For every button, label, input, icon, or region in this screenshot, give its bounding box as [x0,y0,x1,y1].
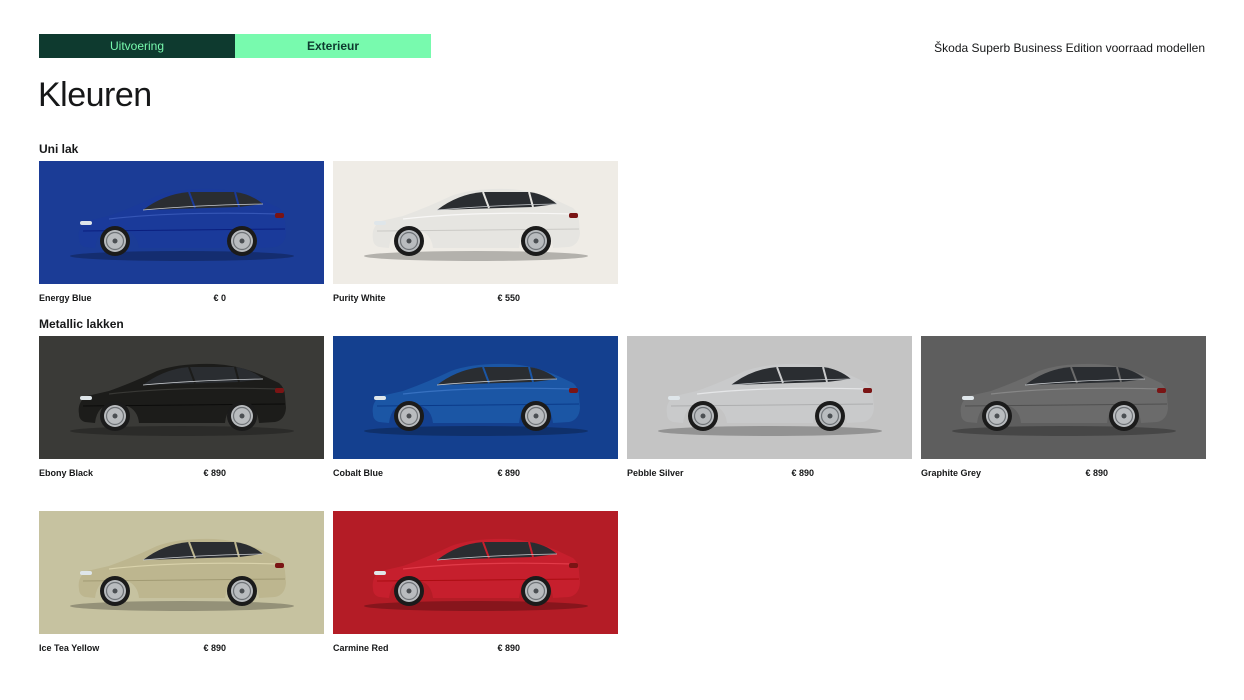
color-caption: Ebony Black € 890 [39,468,226,478]
color-caption: Purity White € 550 [333,293,520,303]
color-caption: Graphite Grey € 890 [921,468,1108,478]
car-image-ice-tea-yellow [39,511,324,634]
document-title: Škoda Superb Business Edition voorraad m… [934,41,1205,55]
color-card-purity-white: Purity White € 550 [333,161,618,311]
car-image-purity-white [333,161,618,284]
color-price: € 890 [497,643,520,653]
color-price: € 890 [1085,468,1108,478]
color-price: € 890 [203,643,226,653]
tab-bar: Uitvoering Exterieur [39,34,431,58]
color-caption: Pebble Silver € 890 [627,468,814,478]
tab-uitvoering[interactable]: Uitvoering [39,34,235,58]
color-name: Ebony Black [39,468,94,478]
color-card-cobalt-blue: Cobalt Blue € 890 [333,336,618,486]
color-caption: Cobalt Blue € 890 [333,468,520,478]
car-image-graphite-grey [921,336,1206,459]
color-name: Pebble Silver [627,468,684,478]
color-price: € 890 [203,468,226,478]
section-title-uni-lak: Uni lak [39,142,79,156]
color-card-energy-blue: Energy Blue € 0 [39,161,324,311]
tab-exterieur[interactable]: Exterieur [235,34,431,58]
color-name: Purity White [333,293,386,303]
color-caption: Energy Blue € 0 [39,293,226,303]
color-name: Ice Tea Yellow [39,643,100,653]
color-name: Energy Blue [39,293,92,303]
color-caption: Carmine Red € 890 [333,643,520,653]
color-price: € 550 [497,293,520,303]
car-image-pebble-silver [627,336,912,459]
page-title: Kleuren [38,76,152,114]
color-price: € 0 [213,293,226,303]
car-image-cobalt-blue [333,336,618,459]
car-image-carmine-red [333,511,618,634]
section-title-metallic-lakken: Metallic lakken [39,317,124,331]
color-card-ebony-black: Ebony Black € 890 [39,336,324,486]
color-price: € 890 [791,468,814,478]
color-price: € 890 [497,468,520,478]
color-name: Cobalt Blue [333,468,384,478]
car-image-ebony-black [39,336,324,459]
color-name: Graphite Grey [921,468,982,478]
color-name: Carmine Red [333,643,389,653]
color-caption: Ice Tea Yellow € 890 [39,643,226,653]
color-card-graphite-grey: Graphite Grey € 890 [921,336,1206,486]
color-card-pebble-silver: Pebble Silver € 890 [627,336,912,486]
color-card-ice-tea-yellow: Ice Tea Yellow € 890 [39,511,324,661]
car-image-energy-blue [39,161,324,284]
color-card-carmine-red: Carmine Red € 890 [333,511,618,661]
